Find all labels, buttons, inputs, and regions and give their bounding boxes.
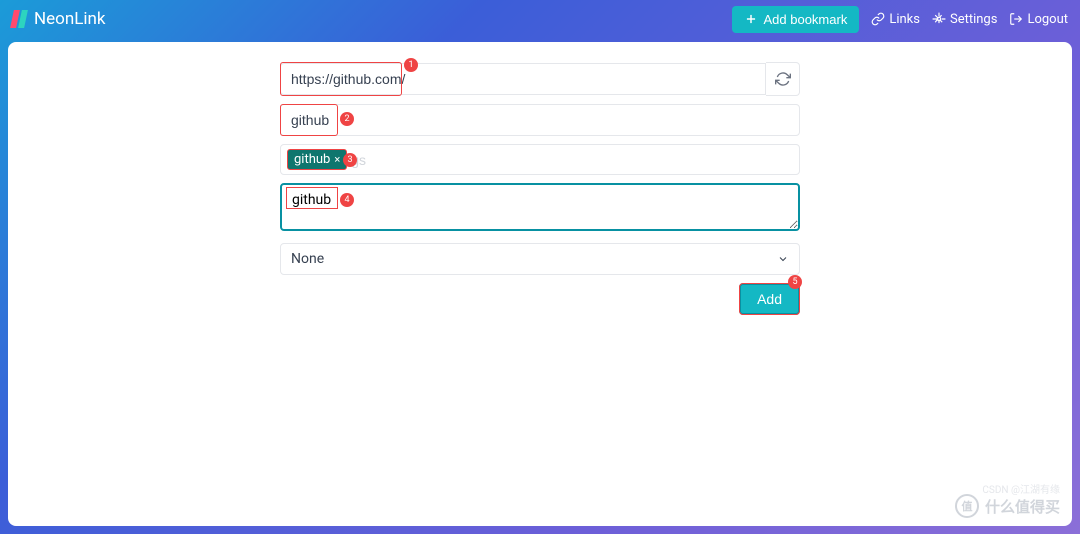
add-bookmark-button[interactable]: Add bookmark: [732, 6, 860, 33]
refresh-button[interactable]: [766, 62, 800, 96]
logo-text: NeonLink: [34, 9, 106, 29]
watermark-badge: 值: [955, 494, 979, 518]
url-field-row: 1: [280, 62, 800, 96]
gear-icon: [932, 12, 946, 26]
description-field-row: github 4: [280, 183, 800, 235]
tag-chip[interactable]: github ×: [287, 149, 347, 170]
tag-remove-icon[interactable]: ×: [334, 153, 340, 166]
title-input[interactable]: [280, 104, 800, 136]
chevron-down-icon: [777, 253, 789, 265]
logout-nav[interactable]: Logout: [1009, 12, 1068, 27]
app-header: NeonLink Add bookmark Links Settings Log…: [0, 0, 1080, 38]
logo[interactable]: NeonLink: [12, 9, 106, 29]
title-field-row: 2: [280, 104, 800, 136]
tags-input[interactable]: [351, 152, 793, 168]
watermark: 值 什么值得买: [955, 494, 1060, 518]
header-actions: Add bookmark Links Settings Logout: [732, 6, 1069, 33]
description-input[interactable]: github: [280, 183, 800, 231]
link-icon: [871, 12, 885, 26]
refresh-icon: [775, 71, 791, 87]
plus-icon: [744, 12, 758, 26]
bookmark-form: 1 2 github × 3 github 4 None 5 Add: [280, 62, 800, 315]
submit-row: 5 Add: [280, 283, 800, 315]
url-input[interactable]: [280, 63, 766, 95]
main-content: 1 2 github × 3 github 4 None 5 Add: [8, 42, 1072, 526]
logo-icon: [12, 10, 30, 28]
links-nav[interactable]: Links: [871, 12, 920, 27]
settings-nav[interactable]: Settings: [932, 12, 997, 27]
tags-field-row[interactable]: github × 3: [280, 144, 800, 175]
add-button[interactable]: Add: [739, 283, 800, 315]
category-select[interactable]: None: [280, 243, 800, 275]
logout-icon: [1009, 12, 1023, 26]
